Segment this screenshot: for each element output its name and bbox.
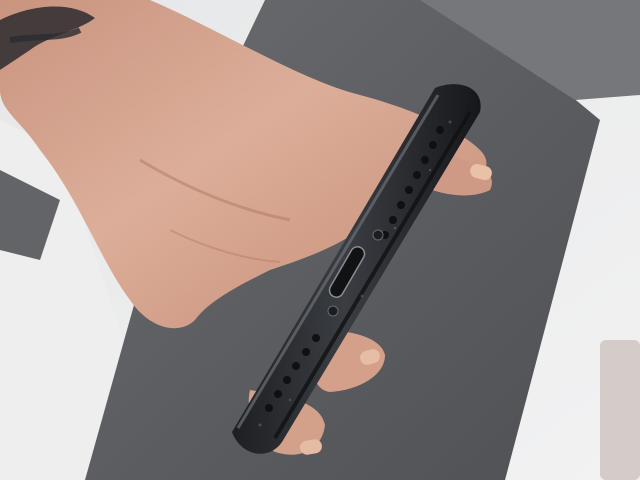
photo-scene	[0, 0, 640, 480]
screw-2	[327, 305, 339, 317]
screw	[372, 229, 384, 241]
corner-object	[600, 340, 640, 480]
